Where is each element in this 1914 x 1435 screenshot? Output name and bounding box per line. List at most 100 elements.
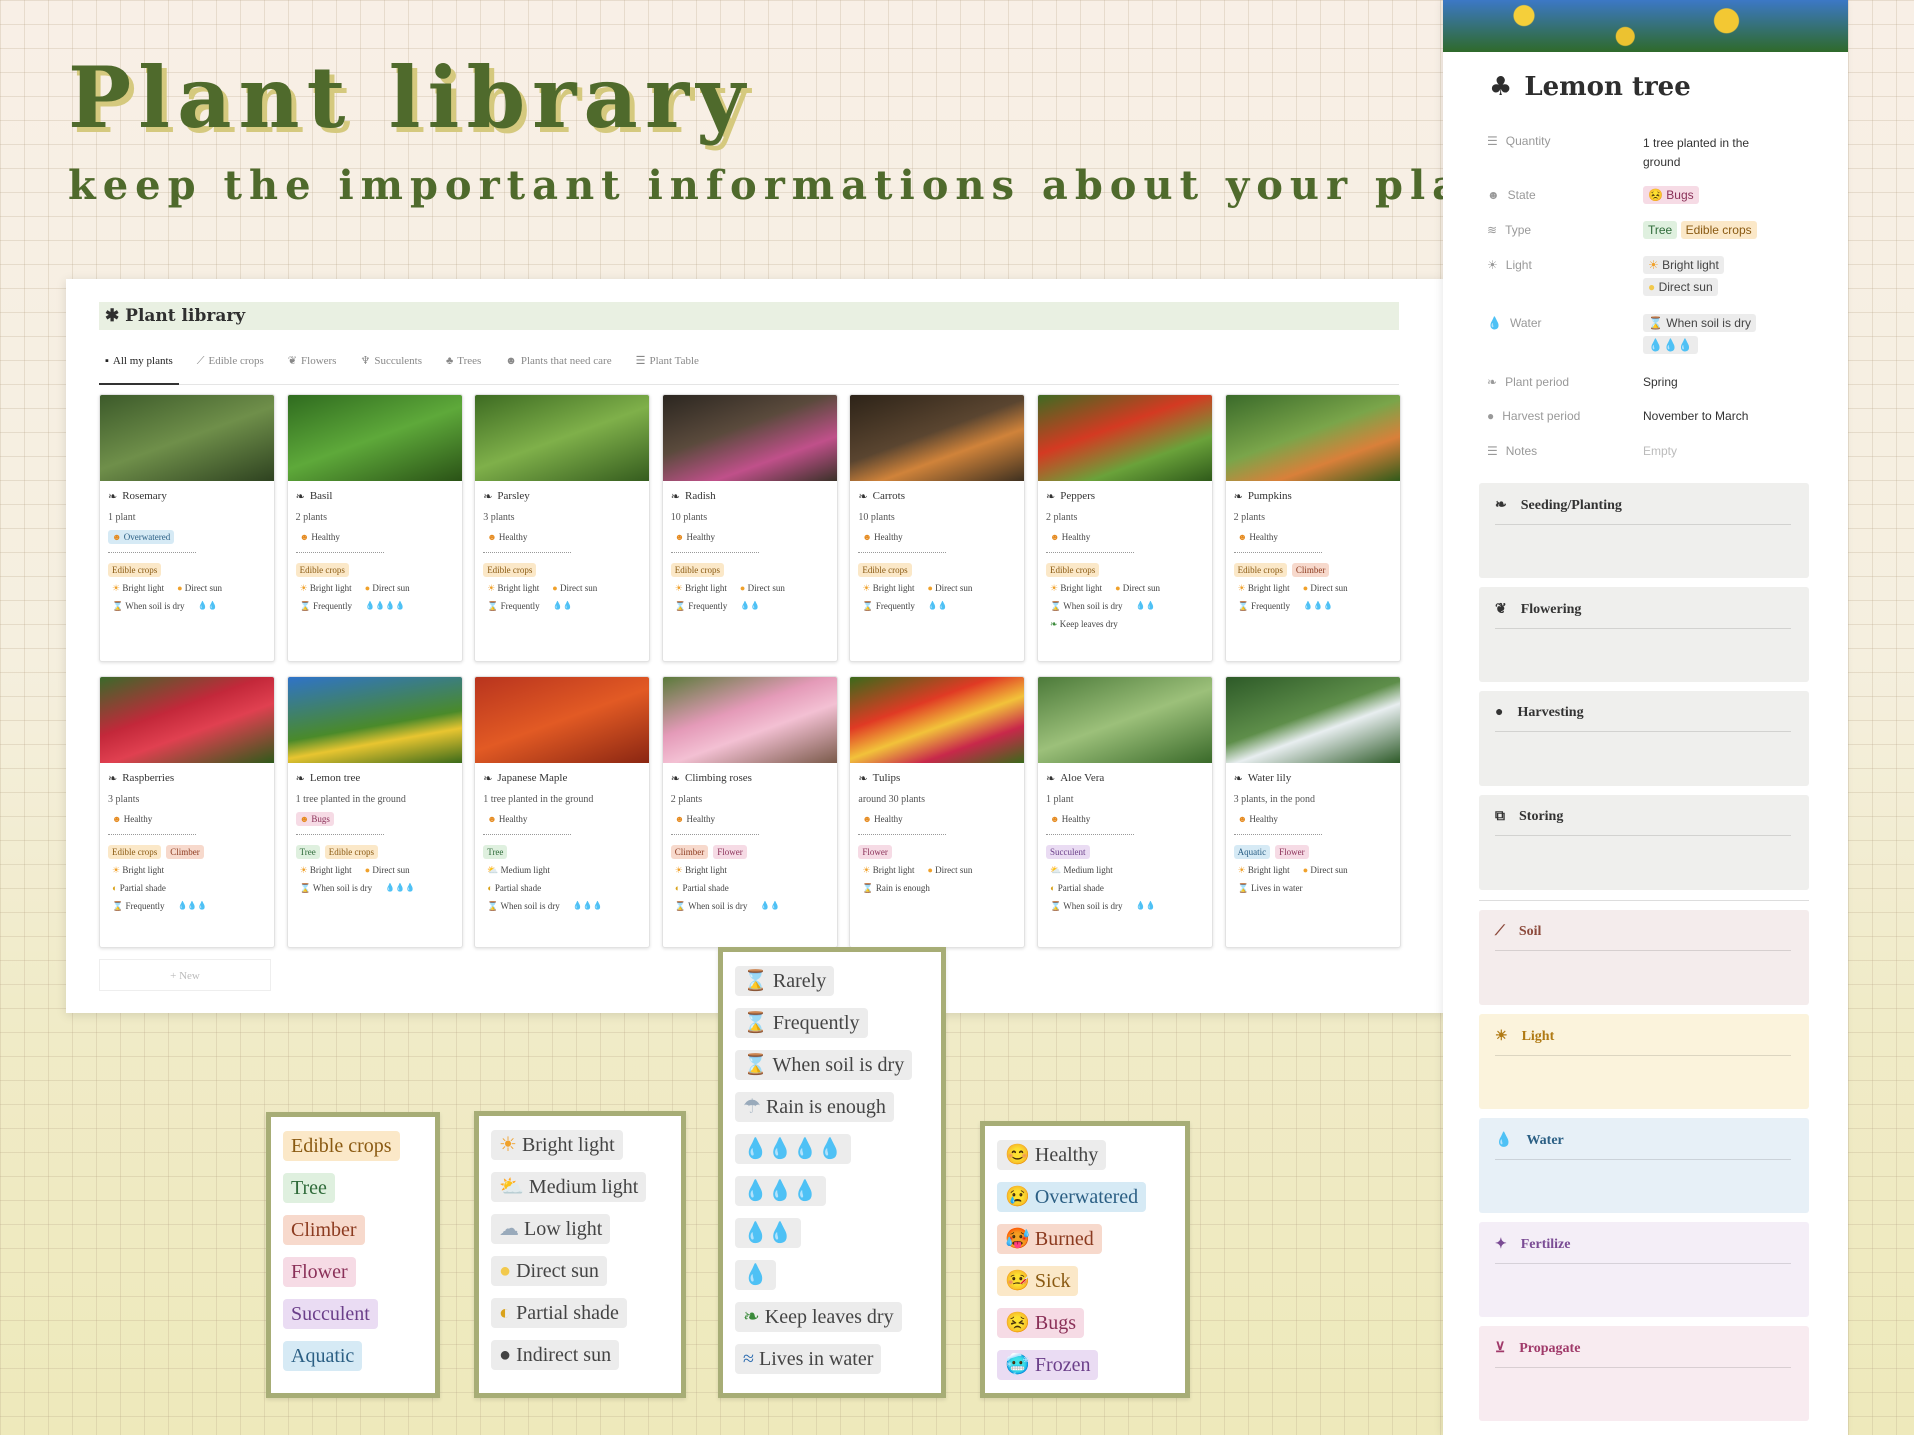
- type-value[interactable]: Tree Edible crops: [1643, 221, 1757, 239]
- state-value[interactable]: 😣 Bugs: [1643, 186, 1699, 204]
- light-tag: ● Direct sun: [739, 583, 785, 593]
- light-tag: ☀ Bright light: [862, 583, 915, 593]
- water-drops: 💧💧💧: [1643, 336, 1698, 354]
- state-badge: ☻ Healthy: [1237, 532, 1278, 542]
- drop-icon: 💧: [1495, 1133, 1513, 1148]
- plant-quantity: 3 plants: [483, 512, 515, 523]
- tab-all-my-plants[interactable]: ▪ All my plants: [99, 351, 179, 385]
- plant-card[interactable]: ❧ Lemon tree 1 tree planted in the ground ☻…: [286, 676, 463, 948]
- plant-card[interactable]: ❧ Basil 2 plants ☻ Healthy Edible crops ☀ Bri…: [286, 394, 463, 662]
- section-flowering[interactable]: ❦ Flowering: [1479, 587, 1809, 682]
- state-badge: ☻ Healthy: [487, 532, 528, 542]
- water-drops: 💧💧💧: [385, 883, 416, 892]
- tab-flowers[interactable]: ❦ Flowers: [282, 351, 343, 385]
- light-tag: ☀ Bright light: [674, 865, 727, 875]
- water-tag: ⌛ When soil is dry: [299, 883, 373, 893]
- notes-value[interactable]: Empty: [1643, 444, 1677, 458]
- plant-card[interactable]: ❧ Parsley 3 plants ☻ Healthy Edible crops ☀ B…: [474, 394, 651, 662]
- water-tag: ⌛ Frequently: [487, 601, 540, 611]
- plant-card[interactable]: ❧ Peppers 2 plants ☻ Healthy Edible crops ☀ B…: [1037, 394, 1213, 662]
- plant-photo: [475, 677, 650, 763]
- tab-plant-table[interactable]: ☰ Plant Table: [630, 351, 705, 385]
- light-tag: ☀ Bright light: [862, 865, 915, 875]
- tab-plants-that-need-care[interactable]: ☻ Plants that need care: [499, 351, 617, 385]
- plant-period-value[interactable]: Spring: [1643, 375, 1678, 389]
- plant-card[interactable]: ❧ Carrots 10 plants ☻ Healthy Edible crops ☀ …: [849, 394, 1026, 662]
- plant-icon: ❧: [670, 772, 681, 785]
- water-drops: 💧💧: [740, 601, 761, 610]
- bright-light-icon: ☀: [499, 1134, 522, 1156]
- water-drops: 💧💧: [197, 601, 218, 610]
- light-tag: ● Direct sun: [364, 865, 410, 875]
- light-tag: ● Direct sun: [927, 583, 973, 593]
- plant-card[interactable]: ❧ Rosemary 1 plant ☻ Overwatered Edible crop…: [99, 394, 275, 662]
- light-value[interactable]: Bright light ● Direct sun: [1643, 256, 1724, 296]
- plant-card[interactable]: ❧ Pumpkins 2 plants ☻ Healthy Edible crops Cl…: [1224, 394, 1401, 662]
- water-value[interactable]: ⌛ When soil is dry 💧💧💧: [1643, 314, 1756, 354]
- tree-icon: ♣: [446, 355, 454, 367]
- plant-photo: [1038, 677, 1212, 763]
- plant-card[interactable]: ❧ Aloe Vera 1 plant ☻ Healthy Succulent ⛅ Med…: [1037, 676, 1213, 948]
- section-fertilize[interactable]: ✦ Fertilize: [1479, 1222, 1809, 1317]
- page-title: ♣ Lemon tree: [1489, 72, 1691, 102]
- water-tag: ⌛ Frequently: [862, 601, 915, 611]
- plant-name: ❧ Carrots: [858, 490, 905, 503]
- plant-card[interactable]: ❧ Water lily 3 plants, in the pond ☻ Health…: [1224, 676, 1401, 948]
- state-badge: ☻ Healthy: [1050, 814, 1091, 824]
- plant-quantity: 3 plants, in the pond: [1233, 794, 1315, 805]
- plant-icon: ❧: [858, 490, 868, 503]
- plant-photo: [287, 395, 462, 481]
- dotted-divider: [1233, 834, 1322, 835]
- type-tag: Flower: [713, 845, 747, 859]
- section-propagate[interactable]: ⊻ Propagate: [1479, 1326, 1809, 1421]
- plant-name: ❧ Rosemary: [108, 490, 167, 503]
- water-tag: ⌛ When soil is dry: [674, 901, 748, 911]
- tree-icon: ♣: [1489, 72, 1513, 102]
- detail-panel: ♣ Lemon tree ☰ Quantity 1 tree planted in…: [1443, 0, 1848, 1435]
- plant-icon: ❧: [295, 772, 305, 785]
- bugs-icon: 😣: [1005, 1312, 1035, 1334]
- plant-photo: [100, 395, 274, 481]
- light-label: ☀ Light: [1487, 258, 1532, 272]
- plant-card[interactable]: ❧ Raspberries 3 plants ☻ Healthy Edible crop…: [99, 676, 275, 948]
- wave-icon: ≈: [743, 1348, 759, 1370]
- type-tag: Climber: [1291, 563, 1330, 577]
- plant-name: ❧ Water lily: [1233, 772, 1292, 785]
- water-tag: ⌛ Frequently: [674, 601, 728, 611]
- lines-icon: ☰: [1487, 134, 1498, 148]
- section-light[interactable]: ☀ Light: [1479, 1014, 1809, 1109]
- light-tag: ☀ Bright light: [1050, 583, 1103, 593]
- new-button[interactable]: + New: [99, 959, 271, 991]
- legend-state: 😊 Healthy 😢 Overwatered 🥵 Burned 🤒 Sick …: [980, 1121, 1190, 1398]
- section-seeding-planting[interactable]: ❧ Seeding/Planting: [1479, 483, 1809, 578]
- light-tag: ☀ Bright light: [1237, 583, 1290, 593]
- tab-succulents[interactable]: ♆ Succulents: [354, 351, 428, 385]
- water-drops: 💧💧💧: [572, 901, 603, 910]
- plant-icon: ❧: [670, 490, 681, 503]
- section-storing[interactable]: ⧉ Storing: [1479, 795, 1809, 890]
- harvest-period-value[interactable]: November to March: [1643, 409, 1748, 423]
- legend-light: ☀ Bright light ⛅ Medium light ☁ Low ligh…: [474, 1111, 686, 1398]
- plant-photo: [1038, 395, 1212, 481]
- plant-photo: [850, 395, 1025, 481]
- tab-edible-crops[interactable]: ⟋ Edible crops: [191, 351, 270, 385]
- plant-quantity: 10 plants: [670, 512, 708, 523]
- section-soil[interactable]: ⟋ Soil: [1479, 910, 1809, 1005]
- water-tag: ⌛ Rain is enough: [862, 883, 930, 893]
- water-tag: ⌛ When soil is dry: [487, 901, 560, 911]
- plant-card[interactable]: ❧ Tulips around 30 plants ☻ Healthy Flower ☀ …: [849, 676, 1026, 948]
- plant-card[interactable]: ❧ Japanese Maple 1 tree planted in the gro…: [474, 676, 651, 948]
- plant-card[interactable]: ❧ Radish 10 plants ☻ Healthy Edible crops ☀ B…: [661, 394, 838, 662]
- section-water[interactable]: 💧 Water: [1479, 1118, 1809, 1213]
- water-drops: 💧💧: [927, 601, 948, 610]
- section-harvesting[interactable]: ● Harvesting: [1479, 691, 1809, 786]
- sun-icon: ☀: [1495, 1029, 1508, 1044]
- tab-trees[interactable]: ♣ Trees: [440, 351, 487, 385]
- quantity-value[interactable]: 1 tree planted in the ground: [1643, 134, 1783, 172]
- plant-icon: ❧: [483, 490, 493, 503]
- light-tag: ◐ Partial shade: [674, 883, 729, 893]
- plant-card[interactable]: ❧ Climbing roses 2 plants ☻ Healthy Climber F…: [661, 676, 838, 948]
- state-badge: ☻ Healthy: [487, 814, 528, 824]
- state-badge: ☻ Healthy: [1050, 532, 1091, 542]
- plant-icon: ❧: [1233, 772, 1243, 785]
